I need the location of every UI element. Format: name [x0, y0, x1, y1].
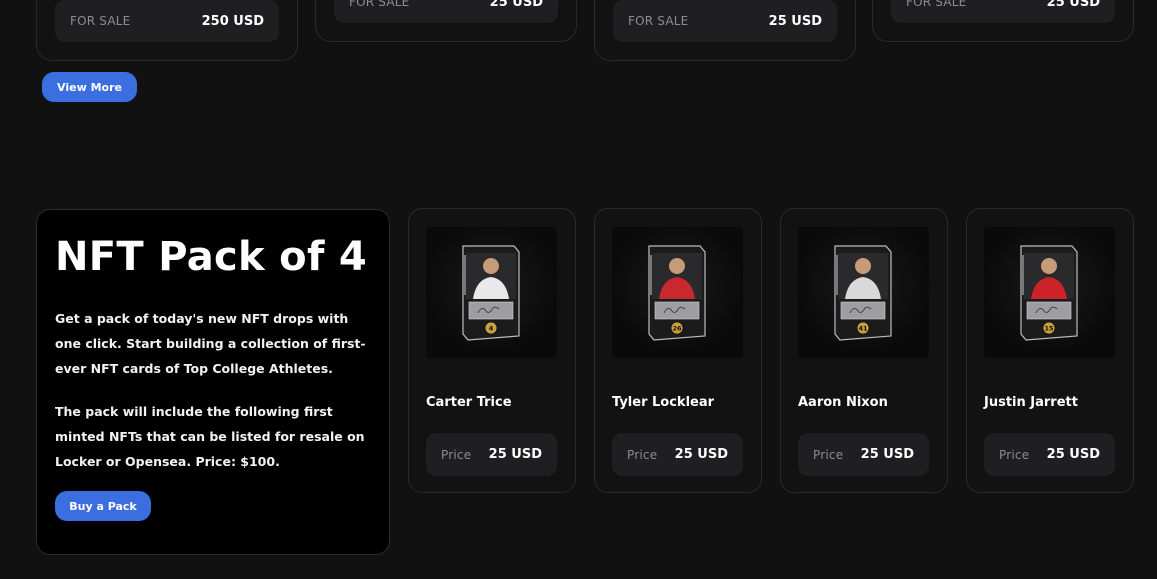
pack-description-2: The pack will include the following firs…: [55, 404, 365, 469]
player-head: [855, 258, 871, 274]
side-strip: [464, 255, 466, 295]
player-card[interactable]: 4 Carter Trice Price 25 USD: [408, 208, 576, 493]
price-value: 25 USD: [674, 447, 728, 462]
price-pill: Price 25 USD: [984, 433, 1115, 476]
sale-price: 25 USD: [1046, 0, 1100, 10]
side-strip: [1022, 255, 1024, 295]
player-number: 41: [858, 325, 868, 333]
sale-pill: FOR SALE 25 USD: [334, 0, 558, 23]
top-card-3[interactable]: FOR SALE 25 USD: [594, 0, 856, 61]
price-value: 25 USD: [860, 447, 914, 462]
price-label: Price: [813, 447, 844, 462]
nft-pack-panel: NFT Pack of 4 Get a pack of today's new …: [36, 209, 390, 555]
player-head: [483, 258, 499, 274]
price-value: 25 USD: [1046, 447, 1100, 462]
pack-description-1: Get a pack of today's new NFT drops with…: [55, 311, 366, 376]
price-value: 25 USD: [488, 447, 542, 462]
nft-card-artwork: 4: [462, 245, 520, 341]
sale-status: FOR SALE: [628, 14, 689, 28]
side-strip: [650, 255, 652, 295]
buy-pack-button[interactable]: Buy a Pack: [55, 491, 151, 521]
price-label: Price: [441, 447, 472, 462]
player-head: [1041, 258, 1057, 274]
sale-price: 25 USD: [489, 0, 543, 10]
pack-title: NFT Pack of 4: [55, 234, 368, 280]
nft-card-artwork: 41: [834, 245, 892, 341]
player-number: 4: [489, 325, 494, 333]
sale-pill: FOR SALE 25 USD: [891, 0, 1115, 23]
nft-card-image: 26: [612, 227, 743, 358]
nft-card-artwork: 15: [1020, 245, 1078, 341]
player-number: 26: [672, 325, 682, 333]
top-card-2[interactable]: FOR SALE 25 USD: [315, 0, 577, 42]
top-card-4[interactable]: FOR SALE 25 USD: [872, 0, 1134, 42]
view-more-button[interactable]: View More: [42, 72, 137, 102]
side-strip: [836, 255, 838, 295]
sale-price: 25 USD: [768, 13, 822, 29]
player-name: Aaron Nixon: [798, 395, 888, 410]
sale-pill: FOR SALE 250 USD: [55, 0, 279, 42]
top-card-1[interactable]: FOR SALE 250 USD: [36, 0, 298, 61]
sale-status: FOR SALE: [70, 14, 131, 28]
player-card[interactable]: 15 Justin Jarrett Price 25 USD: [966, 208, 1134, 493]
nft-card-artwork: 26: [648, 245, 706, 341]
player-name: Tyler Locklear: [612, 395, 715, 410]
sale-status: FOR SALE: [906, 0, 967, 9]
price-pill: Price 25 USD: [612, 433, 743, 476]
player-name: Justin Jarrett: [984, 395, 1078, 410]
nft-card-image: 15: [984, 227, 1115, 358]
player-number: 15: [1044, 325, 1054, 333]
player-card[interactable]: 26 Tyler Locklear Price 25 USD: [594, 208, 762, 493]
sale-price: 250 USD: [201, 13, 264, 29]
sale-status: FOR SALE: [349, 0, 410, 9]
player-head: [669, 258, 685, 274]
price-pill: Price 25 USD: [426, 433, 557, 476]
price-pill: Price 25 USD: [798, 433, 929, 476]
sale-pill: FOR SALE 25 USD: [613, 0, 837, 42]
player-card[interactable]: 41 Aaron Nixon Price 25 USD: [780, 208, 948, 493]
player-name: Carter Trice: [426, 395, 512, 410]
nft-card-image: 4: [426, 227, 557, 358]
price-label: Price: [627, 447, 658, 462]
nft-card-image: 41: [798, 227, 929, 358]
price-label: Price: [999, 447, 1030, 462]
